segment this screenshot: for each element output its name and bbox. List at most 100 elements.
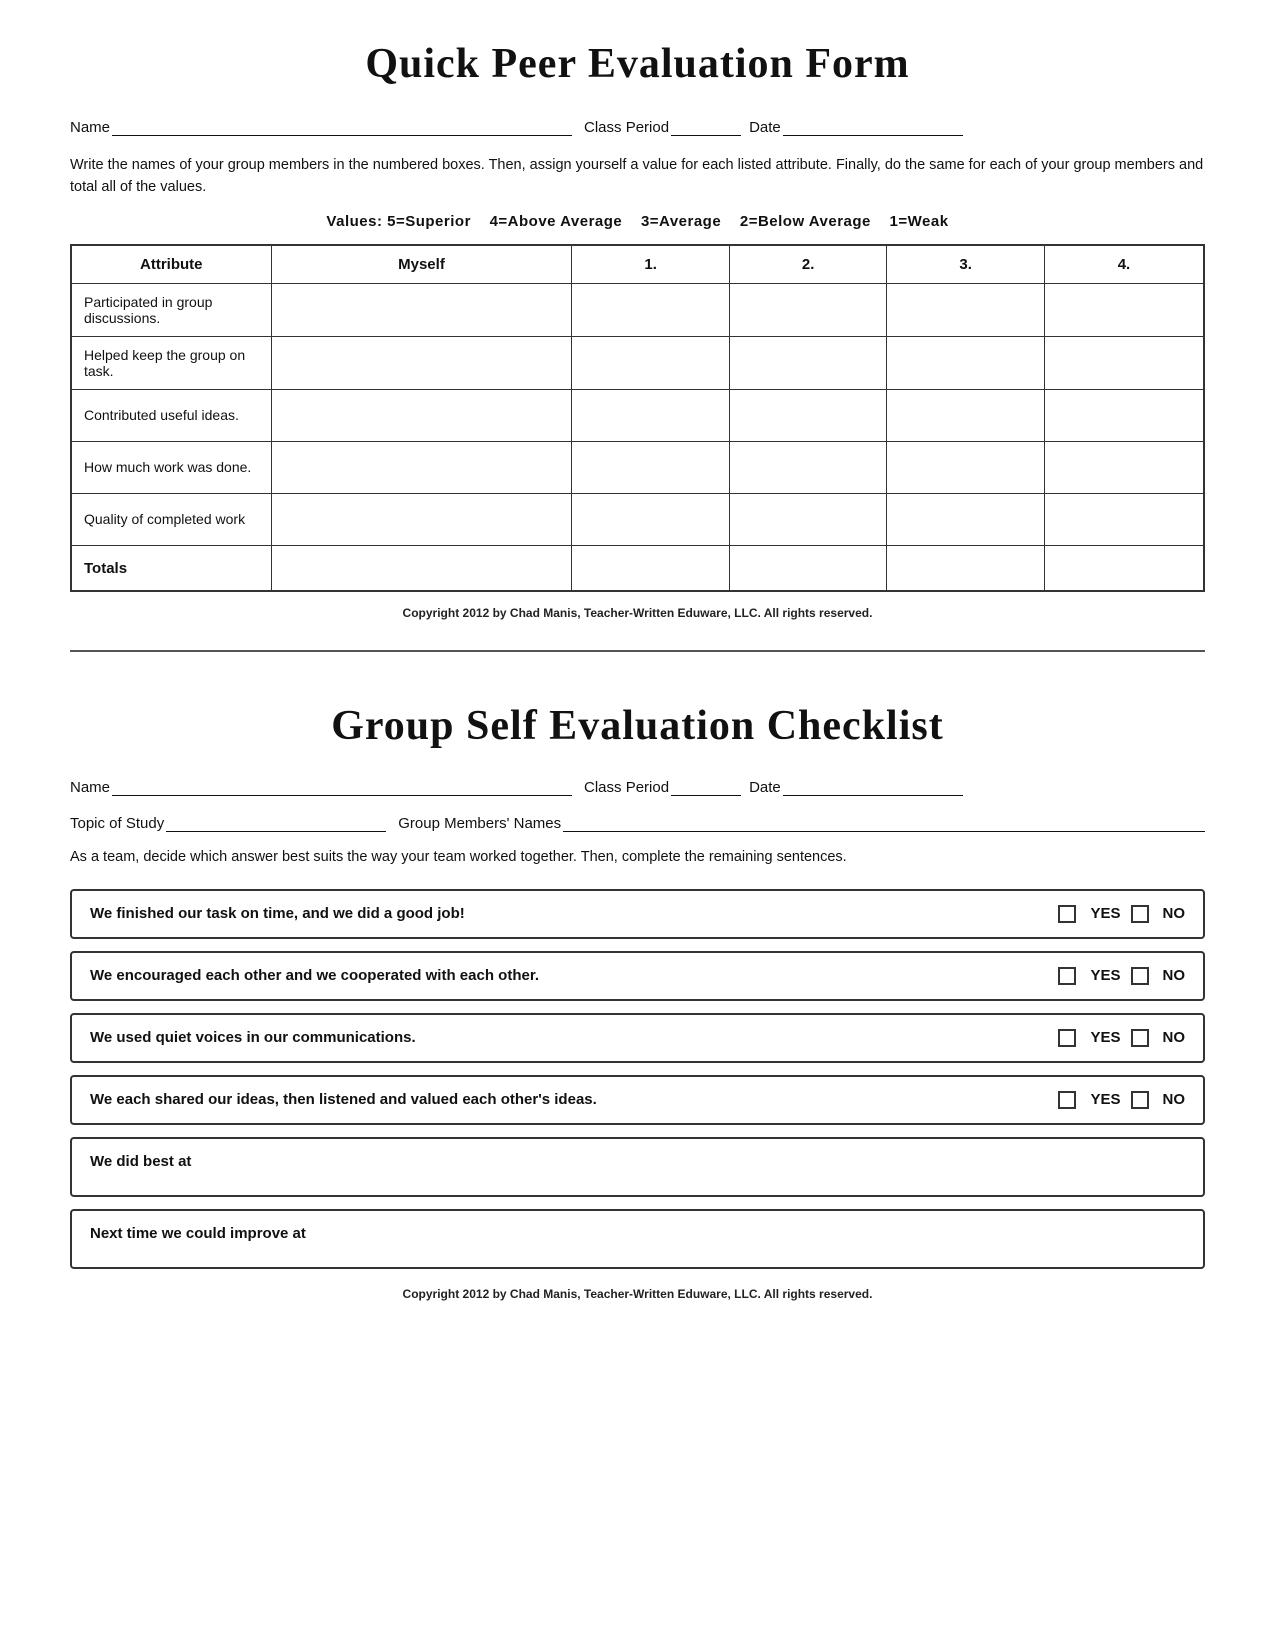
name-row: Name Class Period Date xyxy=(70,118,1205,136)
cell-1-2[interactable] xyxy=(572,336,729,389)
section2-copyright: Copyright 2012 by Chad Manis, Teacher-Wr… xyxy=(70,1287,1205,1301)
yes-label-4: YES xyxy=(1090,1091,1120,1108)
table-row: Helped keep the group on task. xyxy=(71,336,1204,389)
name-label-2: Name xyxy=(70,779,110,796)
checklist-item-3: We used quiet voices in our communicatio… xyxy=(70,1013,1205,1063)
class-label: Class Period xyxy=(584,119,669,136)
date-input-line[interactable] xyxy=(783,118,963,136)
yes-checkbox-3[interactable] xyxy=(1058,1029,1076,1047)
checklist-item-1: We finished our task on time, and we did… xyxy=(70,889,1205,939)
section1-copyright: Copyright 2012 by Chad Manis, Teacher-Wr… xyxy=(70,606,1205,620)
checklist-item-2: We encouraged each other and we cooperat… xyxy=(70,951,1205,1001)
cell-myself-1[interactable] xyxy=(271,283,572,336)
name-input-line-2[interactable] xyxy=(112,778,572,796)
no-label-1: NO xyxy=(1163,905,1186,922)
cell-3-5[interactable] xyxy=(887,493,1044,545)
cell-myself-5[interactable] xyxy=(271,493,572,545)
no-label-3: NO xyxy=(1163,1029,1186,1046)
table-row: How much work was done. xyxy=(71,441,1204,493)
attr-ideas: Contributed useful ideas. xyxy=(71,389,271,441)
cell-4-1[interactable] xyxy=(1044,283,1204,336)
name-row-2: Name Class Period Date xyxy=(70,778,1205,796)
cell-3-3[interactable] xyxy=(887,389,1044,441)
no-label-2: NO xyxy=(1163,967,1186,984)
cell-1-4[interactable] xyxy=(572,441,729,493)
cell-3-1[interactable] xyxy=(887,283,1044,336)
cell-4-4[interactable] xyxy=(1044,441,1204,493)
values-label: Values: xyxy=(326,213,382,230)
total-2[interactable] xyxy=(729,545,886,591)
total-3[interactable] xyxy=(887,545,1044,591)
cell-myself-4[interactable] xyxy=(271,441,572,493)
attr-on-task: Helped keep the group on task. xyxy=(71,336,271,389)
cell-2-4[interactable] xyxy=(729,441,886,493)
topic-label: Topic of Study xyxy=(70,815,164,832)
evaluation-table: Attribute Myself 1. 2. 3. 4. Participate… xyxy=(70,244,1205,593)
yes-no-1: YES NO xyxy=(1058,905,1185,923)
section1-instructions: Write the names of your group members in… xyxy=(70,154,1205,199)
group-label: Group Members' Names xyxy=(398,815,561,832)
yes-checkbox-4[interactable] xyxy=(1058,1091,1076,1109)
section2-instructions: As a team, decide which answer best suit… xyxy=(70,846,1205,868)
col-myself: Myself xyxy=(271,245,572,284)
open-item-1-label: We did best at xyxy=(90,1153,191,1170)
table-row: Quality of completed work xyxy=(71,493,1204,545)
yes-label-1: YES xyxy=(1090,905,1120,922)
total-4[interactable] xyxy=(1044,545,1204,591)
date-label: Date xyxy=(749,119,781,136)
section2-title: Group Self Evaluation Checklist xyxy=(70,702,1205,750)
cell-1-3[interactable] xyxy=(572,389,729,441)
open-item-2-label: Next time we could improve at xyxy=(90,1225,306,1242)
cell-3-4[interactable] xyxy=(887,441,1044,493)
col-1: 1. xyxy=(572,245,729,284)
class-input-line[interactable] xyxy=(671,118,741,136)
class-input-line-2[interactable] xyxy=(671,778,741,796)
yes-label-3: YES xyxy=(1090,1029,1120,1046)
group-self-evaluation-section: Group Self Evaluation Checklist Name Cla… xyxy=(70,692,1205,1300)
table-row: Participated in group discussions. xyxy=(71,283,1204,336)
cell-2-1[interactable] xyxy=(729,283,886,336)
total-myself[interactable] xyxy=(271,545,572,591)
topic-input-line[interactable] xyxy=(166,814,386,832)
checklist-item-4: We each shared our ideas, then listened … xyxy=(70,1075,1205,1125)
group-input-line[interactable] xyxy=(563,814,1205,832)
date-input-line-2[interactable] xyxy=(783,778,963,796)
date-label-2: Date xyxy=(749,779,781,796)
cell-2-2[interactable] xyxy=(729,336,886,389)
col-4: 4. xyxy=(1044,245,1204,284)
totals-row: Totals xyxy=(71,545,1204,591)
yes-checkbox-1[interactable] xyxy=(1058,905,1076,923)
cell-2-3[interactable] xyxy=(729,389,886,441)
values-line: Values: 5=Superior 4=Above Average 3=Ave… xyxy=(70,213,1205,230)
cell-myself-2[interactable] xyxy=(271,336,572,389)
cell-myself-3[interactable] xyxy=(271,389,572,441)
cell-1-5[interactable] xyxy=(572,493,729,545)
open-item-1[interactable]: We did best at xyxy=(70,1137,1205,1197)
attr-quality: Quality of completed work xyxy=(71,493,271,545)
yes-label-2: YES xyxy=(1090,967,1120,984)
cell-3-2[interactable] xyxy=(887,336,1044,389)
no-checkbox-2[interactable] xyxy=(1131,967,1149,985)
table-header-row: Attribute Myself 1. 2. 3. 4. xyxy=(71,245,1204,284)
total-1[interactable] xyxy=(572,545,729,591)
checklist-text-4: We each shared our ideas, then listened … xyxy=(90,1091,1058,1108)
yes-no-3: YES NO xyxy=(1058,1029,1185,1047)
cell-2-5[interactable] xyxy=(729,493,886,545)
checklist-text-1: We finished our task on time, and we did… xyxy=(90,905,1058,922)
section1-title: Quick Peer Evaluation Form xyxy=(70,40,1205,88)
cell-4-3[interactable] xyxy=(1044,389,1204,441)
no-checkbox-1[interactable] xyxy=(1131,905,1149,923)
cell-1-1[interactable] xyxy=(572,283,729,336)
class-label-2: Class Period xyxy=(584,779,669,796)
col-attribute: Attribute xyxy=(71,245,271,284)
yes-no-2: YES NO xyxy=(1058,967,1185,985)
yes-checkbox-2[interactable] xyxy=(1058,967,1076,985)
no-checkbox-4[interactable] xyxy=(1131,1091,1149,1109)
topic-row: Topic of Study Group Members' Names xyxy=(70,814,1205,832)
name-input-line[interactable] xyxy=(112,118,572,136)
open-item-2[interactable]: Next time we could improve at xyxy=(70,1209,1205,1269)
cell-4-5[interactable] xyxy=(1044,493,1204,545)
no-checkbox-3[interactable] xyxy=(1131,1029,1149,1047)
cell-4-2[interactable] xyxy=(1044,336,1204,389)
checklist-text-2: We encouraged each other and we cooperat… xyxy=(90,967,1058,984)
